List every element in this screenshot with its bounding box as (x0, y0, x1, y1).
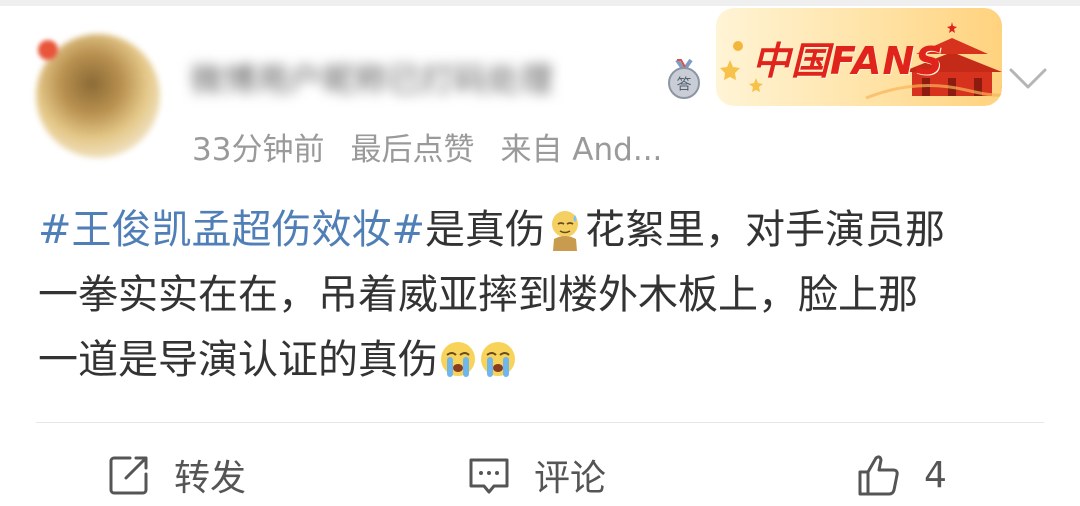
crying-emoji-icon (438, 336, 478, 380)
content-text: 花絮里，对手演员那 (585, 207, 946, 253)
post-content: #王俊凯孟超伤效妆#是真伤 花絮里，对手演员那 一拳实实在在，吊着威亚摔到楼外木板… (38, 198, 1048, 393)
repost-button[interactable]: 转发 (106, 450, 246, 500)
like-count: 4 (924, 454, 947, 496)
content-text: 一拳实实在在，吊着威亚摔到楼外木板上，脸上那 (38, 272, 918, 318)
posted-time: 33分钟前 (192, 132, 325, 168)
svg-text:答: 答 (676, 75, 691, 93)
sweat-emoji-icon (545, 206, 585, 251)
comment-icon (469, 458, 509, 494)
fans-badge-text: 中国FANS (752, 39, 944, 83)
top-divider (0, 0, 1080, 6)
post-source[interactable]: 来自 And... (500, 128, 662, 172)
hashtag-link[interactable]: #王俊凯孟超伤效妆# (38, 207, 425, 253)
repost-label: 转发 (174, 458, 247, 499)
content-text: 是真伤 (425, 207, 546, 253)
action-divider (36, 422, 1044, 423)
like-button[interactable]: 4 (856, 450, 947, 500)
china-fans-badge[interactable]: 中国FANS (716, 8, 1002, 106)
thumbs-up-icon (858, 455, 899, 496)
medal-answer-icon[interactable]: 答 (664, 58, 704, 100)
post-meta: 33分钟前 最后点赞 来自 And... (192, 128, 662, 172)
comment-button[interactable]: 评论 (466, 450, 606, 500)
avatar-decoration (38, 40, 58, 60)
comment-label: 评论 (534, 458, 607, 499)
last-like-label: 最后点赞 (350, 132, 475, 168)
author-name[interactable]: 微博用户昵称已打码处理 (190, 60, 650, 100)
chevron-down-icon[interactable] (1008, 66, 1048, 92)
repost-icon (109, 456, 148, 495)
content-text: 一道是导演认证的真伤 (38, 337, 438, 383)
crying-emoji-icon (478, 336, 518, 380)
